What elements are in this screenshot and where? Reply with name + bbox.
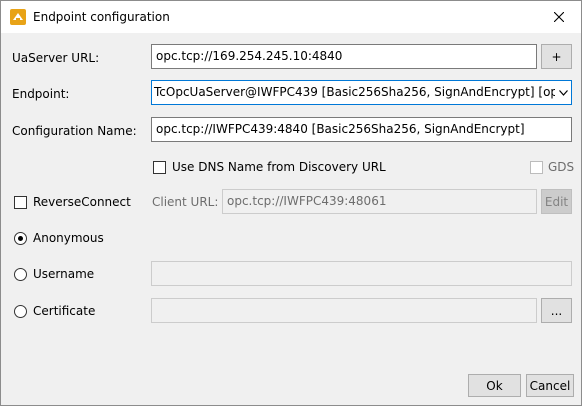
certificate-label: Certificate	[33, 304, 96, 318]
cancel-button[interactable]: Cancel	[526, 374, 574, 397]
chevron-down-icon[interactable]	[555, 81, 571, 104]
reverse-connect-checkbox[interactable]	[14, 196, 27, 209]
anonymous-radio[interactable]	[14, 232, 27, 245]
username-radio[interactable]	[14, 268, 27, 281]
gds-checkbox[interactable]	[530, 161, 543, 174]
ok-button[interactable]: Ok	[468, 374, 521, 397]
ua-server-url-label: UaServer URL:	[12, 51, 100, 65]
browse-certificate-button[interactable]: ...	[541, 298, 572, 323]
window-title: Endpoint configuration	[33, 10, 170, 24]
endpoint-select[interactable]: TcOpcUaServer@IWFPC439 [Basic256Sha256, …	[151, 80, 572, 105]
close-icon	[554, 12, 564, 22]
use-dns-checkbox[interactable]	[153, 161, 166, 174]
add-server-button[interactable]: +	[541, 44, 572, 69]
title-bar: Endpoint configuration	[1, 1, 581, 33]
gds-label: GDS	[548, 160, 575, 174]
client-url-label: Client URL:	[152, 195, 219, 209]
username-input[interactable]	[151, 261, 572, 286]
dialog-body: UaServer URL: opc.tcp://169.254.245.10:4…	[2, 33, 580, 403]
reverse-connect-label: ReverseConnect	[33, 195, 131, 209]
anonymous-label: Anonymous	[33, 231, 104, 245]
endpoint-label: Endpoint:	[12, 87, 70, 101]
edit-client-url-button[interactable]: Edit	[541, 189, 572, 214]
use-dns-label: Use DNS Name from Discovery URL	[172, 160, 386, 174]
ua-server-url-input[interactable]: opc.tcp://169.254.245.10:4840	[151, 44, 537, 69]
certificate-radio[interactable]	[14, 305, 27, 318]
configuration-name-input[interactable]: opc.tcp://IWFPC439:4840 [Basic256Sha256,…	[151, 117, 572, 142]
endpoint-selected-value: TcOpcUaServer@IWFPC439 [Basic256Sha256, …	[154, 85, 572, 99]
app-logo-icon	[10, 9, 26, 25]
configuration-name-label: Configuration Name:	[12, 124, 137, 138]
certificate-input[interactable]	[151, 298, 537, 323]
endpoint-configuration-dialog: Endpoint configuration UaServer URL: opc…	[0, 0, 582, 406]
client-url-input[interactable]: opc.tcp://IWFPC439:48061	[222, 189, 537, 214]
username-label: Username	[33, 267, 95, 281]
close-button[interactable]	[537, 1, 581, 33]
